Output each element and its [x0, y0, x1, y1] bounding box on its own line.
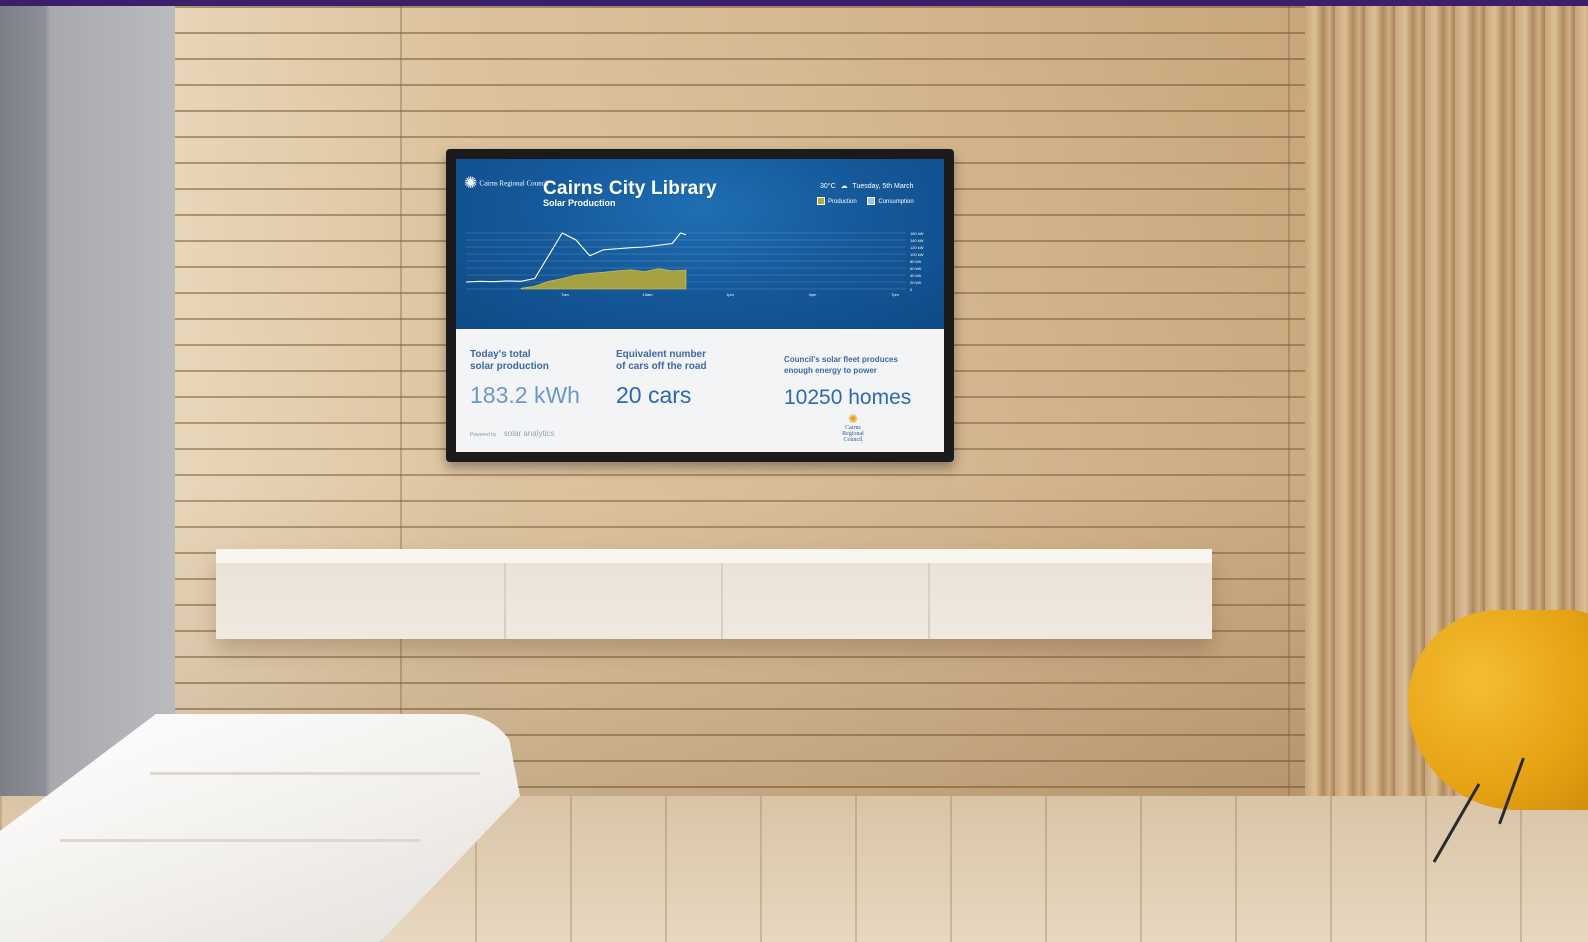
x-tick-label: 4pm — [809, 292, 817, 297]
dashboard-header: ✺ Cairns Regional Council Cairns City Lib… — [456, 159, 944, 329]
dashboard-title: Cairns City Library — [543, 178, 717, 199]
sunburst-icon: ✺ — [464, 175, 478, 192]
stat-label-line1: Today's total — [470, 349, 531, 360]
stat-value: 20 cars — [616, 382, 692, 408]
left-wall — [0, 6, 175, 826]
ottoman-seam — [150, 772, 480, 775]
shelf-top — [216, 549, 1212, 563]
dashboard-subtitle: Solar Production — [543, 198, 616, 208]
stats-panel: Today's total solar production 183.2 kWh … — [456, 329, 944, 452]
y-tick-label: 40 kW — [910, 273, 922, 278]
stat-value: 10250 homes — [784, 386, 912, 409]
floating-shelf — [216, 549, 1212, 639]
temperature: 30°C — [820, 183, 836, 190]
cloud-icon: ☁ — [840, 183, 848, 190]
ottoman-seam — [60, 839, 420, 842]
production-area — [520, 268, 687, 290]
stat-cars: Equivalent number of cars off the road 20… — [616, 349, 707, 409]
shelf-divider — [721, 563, 723, 639]
sunburst-icon: ✺ — [847, 412, 859, 426]
stat-label-line2: of cars off the road — [616, 361, 707, 372]
room-scene: ✺ Cairns Regional Council Cairns City Lib… — [0, 6, 1588, 942]
stat-value: 183.2 kWh — [470, 382, 580, 408]
y-tick-label: 140 kW — [910, 238, 924, 243]
panel-seam — [400, 6, 402, 796]
stat-label: Today's total solar production — [470, 349, 580, 373]
solar-analytics-logo: solar analytics — [503, 429, 555, 438]
wall-tv: ✺ Cairns Regional Council Cairns City Lib… — [446, 149, 954, 462]
shelf-divider — [928, 563, 930, 639]
y-tick-label: 80 kW — [910, 259, 922, 264]
date-text: Tuesday, 5th March — [852, 183, 914, 190]
stat-label-line2: enough energy to power — [784, 366, 877, 375]
x-tick-label: 1pm — [726, 292, 734, 297]
x-tick-label: 7pm — [891, 292, 899, 297]
legend-consumption: Consumption — [867, 197, 914, 205]
x-tick-label: 10am — [642, 292, 653, 297]
council-logo-text: Cairns Regional Council — [479, 179, 549, 188]
stat-label-line2: solar production — [470, 361, 549, 372]
stat-label-line1: Equivalent number — [616, 349, 707, 360]
panel-seam — [1288, 6, 1290, 796]
y-tick-label: 20 kW — [910, 280, 922, 285]
x-tick-label: 7am — [561, 292, 569, 297]
powered-by: Powered by solar analytics — [470, 429, 554, 438]
stat-label-line1: Council's solar fleet produces — [784, 355, 898, 364]
y-tick-label: 60 kW — [910, 266, 922, 271]
legend-production: Production — [817, 197, 857, 205]
stat-solar-production: Today's total solar production 183.2 kWh — [470, 349, 580, 409]
chart-legend: Production Consumption — [817, 197, 923, 205]
legend-swatch-production — [817, 197, 825, 205]
solar-chart: 160 kW 140 kW 120 kW 100 kW 80 kW 60 kW 40 kW 2… — [466, 231, 924, 297]
legend-label-production: Production — [828, 198, 857, 205]
legend-label-consumption: Consumption — [878, 198, 914, 205]
stat-label: Council's solar fleet produces enough ene… — [784, 354, 911, 376]
council-logo-small: ✺ Cairns Regional Council — [838, 413, 868, 443]
council-logo: ✺ Cairns Regional Council — [464, 176, 549, 192]
stat-homes: Council's solar fleet produces enough ene… — [784, 354, 911, 410]
shelf-divider — [504, 563, 506, 639]
tv-screen: ✺ Cairns Regional Council Cairns City Lib… — [456, 159, 944, 452]
y-tick-label: 0 — [910, 287, 913, 292]
stat-label: Equivalent number of cars off the road — [616, 349, 707, 373]
weather-date: 30°C ☁ Tuesday, 5th March — [820, 182, 914, 190]
legend-swatch-consumption — [867, 197, 876, 205]
y-tick-label: 100 kW — [910, 252, 924, 257]
y-tick-label: 160 kW — [910, 231, 924, 236]
y-tick-label: 120 kW — [910, 245, 924, 250]
powered-by-label: Powered by — [470, 432, 497, 438]
council-logo-small-text: Cairns Regional Council — [842, 425, 864, 443]
